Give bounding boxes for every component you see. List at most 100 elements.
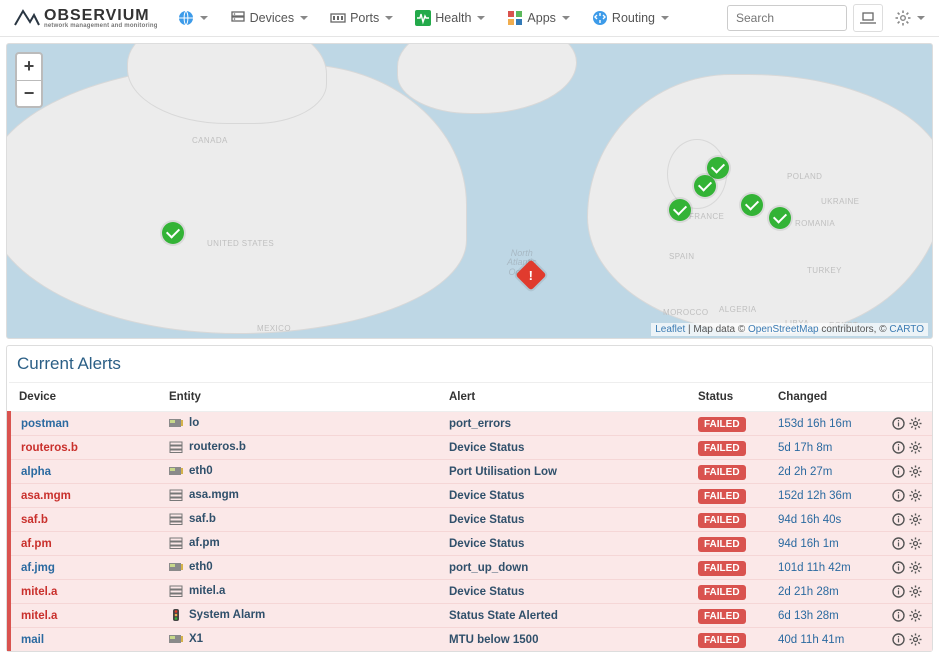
map-marker-ok[interactable] bbox=[694, 175, 716, 197]
nav-item-apps[interactable]: Apps bbox=[499, 4, 578, 32]
nav-label: Devices bbox=[250, 11, 294, 25]
entity-link[interactable]: X1 bbox=[189, 634, 203, 646]
device-link[interactable]: asa.mgm bbox=[21, 490, 71, 502]
entity-icon bbox=[169, 417, 183, 429]
map-marker-ok[interactable] bbox=[162, 222, 184, 244]
health-icon bbox=[415, 10, 431, 26]
entity-link[interactable]: saf.b bbox=[189, 514, 216, 526]
device-link[interactable]: af.jmg bbox=[21, 562, 55, 574]
gear-icon[interactable] bbox=[909, 537, 922, 550]
entity-link[interactable]: af.pm bbox=[189, 538, 220, 550]
laptop-icon bbox=[860, 12, 876, 24]
alerts-table: Device Entity Alert Status Changed postm… bbox=[7, 382, 932, 651]
gear-icon bbox=[895, 10, 911, 26]
device-link[interactable]: mitel.a bbox=[21, 610, 57, 622]
nav-label: Health bbox=[435, 11, 471, 25]
map-marker-ok[interactable] bbox=[741, 194, 763, 216]
device-link[interactable]: mail bbox=[21, 634, 44, 646]
device-link[interactable]: postman bbox=[21, 418, 69, 430]
brand-name: OBSERVIUM bbox=[44, 7, 150, 24]
alert-link[interactable]: port_errors bbox=[449, 418, 511, 430]
info-icon[interactable] bbox=[892, 513, 905, 526]
nav-item-ports[interactable]: Ports bbox=[322, 4, 401, 32]
alert-link[interactable]: Device Status bbox=[449, 586, 524, 598]
gear-icon[interactable] bbox=[909, 609, 922, 622]
info-icon[interactable] bbox=[892, 633, 905, 646]
alert-link[interactable]: Device Status bbox=[449, 538, 524, 550]
gear-icon[interactable] bbox=[909, 489, 922, 502]
chevron-down-icon bbox=[917, 16, 925, 20]
device-link[interactable]: saf.b bbox=[21, 514, 48, 526]
info-icon[interactable] bbox=[892, 561, 905, 574]
gear-icon[interactable] bbox=[909, 441, 922, 454]
chevron-down-icon bbox=[562, 16, 570, 20]
gear-icon[interactable] bbox=[909, 561, 922, 574]
zoom-out-button[interactable]: − bbox=[17, 80, 41, 106]
device-link[interactable]: af.pm bbox=[21, 538, 52, 550]
status-badge: FAILED bbox=[698, 537, 746, 552]
entity-link[interactable]: lo bbox=[189, 418, 199, 430]
status-badge: FAILED bbox=[698, 633, 746, 648]
map[interactable]: NorthAtlanticOcean CANADA UNITED STATES … bbox=[6, 43, 933, 339]
entity-icon bbox=[169, 441, 183, 453]
map-marker-ok[interactable] bbox=[769, 207, 791, 229]
brand[interactable]: OBSERVIUM network management and monitor… bbox=[8, 5, 164, 31]
col-status: Status bbox=[688, 383, 768, 412]
status-badge: FAILED bbox=[698, 465, 746, 480]
nav-label: Routing bbox=[612, 11, 655, 25]
changed-time: 152d 12h 36m bbox=[768, 484, 878, 508]
info-icon[interactable] bbox=[892, 585, 905, 598]
alert-link[interactable]: MTU below 1500 bbox=[449, 634, 538, 646]
entity-link[interactable]: asa.mgm bbox=[189, 490, 239, 502]
changed-time: 94d 16h 1m bbox=[768, 532, 878, 556]
info-icon[interactable] bbox=[892, 465, 905, 478]
alerts-header-row: Device Entity Alert Status Changed bbox=[9, 383, 932, 412]
leaflet-link[interactable]: Leaflet bbox=[655, 324, 685, 335]
entity-link[interactable]: System Alarm bbox=[189, 610, 265, 622]
info-icon[interactable] bbox=[892, 489, 905, 502]
apps-icon bbox=[507, 10, 523, 26]
settings-menu[interactable] bbox=[889, 4, 931, 32]
alert-link[interactable]: Port Utilisation Low bbox=[449, 466, 557, 478]
alert-row: mitel.aSystem AlarmStatus State AlertedF… bbox=[9, 604, 932, 628]
carto-link[interactable]: CARTO bbox=[889, 324, 924, 335]
gear-icon[interactable] bbox=[909, 465, 922, 478]
search-input[interactable] bbox=[727, 5, 847, 31]
laptop-button[interactable] bbox=[853, 4, 883, 32]
gear-icon[interactable] bbox=[909, 417, 922, 430]
changed-time: 94d 16h 40s bbox=[768, 508, 878, 532]
alert-row: mitel.amitel.aDevice StatusFAILED2d 21h … bbox=[9, 580, 932, 604]
entity-link[interactable]: eth0 bbox=[189, 466, 213, 478]
entity-link[interactable]: eth0 bbox=[189, 562, 213, 574]
nav-item-routing[interactable]: Routing bbox=[584, 4, 677, 32]
chevron-down-icon bbox=[477, 16, 485, 20]
nav-item-health[interactable]: Health bbox=[407, 4, 493, 32]
nav-label: Ports bbox=[350, 11, 379, 25]
alert-link[interactable]: port_up_down bbox=[449, 562, 528, 574]
zoom-in-button[interactable]: + bbox=[17, 54, 41, 80]
entity-icon bbox=[169, 609, 183, 621]
alert-link[interactable]: Device Status bbox=[449, 490, 524, 502]
device-link[interactable]: alpha bbox=[21, 466, 51, 478]
nav-item-globe[interactable] bbox=[170, 4, 216, 32]
gear-icon[interactable] bbox=[909, 513, 922, 526]
nav-item-devices[interactable]: Devices bbox=[222, 4, 316, 32]
gear-icon[interactable] bbox=[909, 585, 922, 598]
device-link[interactable]: mitel.a bbox=[21, 586, 57, 598]
info-icon[interactable] bbox=[892, 441, 905, 454]
device-link[interactable]: routeros.b bbox=[21, 442, 78, 454]
alert-link[interactable]: Device Status bbox=[449, 442, 524, 454]
status-badge: FAILED bbox=[698, 489, 746, 504]
alert-link[interactable]: Device Status bbox=[449, 514, 524, 526]
alert-link[interactable]: Status State Alerted bbox=[449, 610, 558, 622]
col-changed: Changed bbox=[768, 383, 878, 412]
info-icon[interactable] bbox=[892, 609, 905, 622]
entity-icon bbox=[169, 465, 183, 477]
info-icon[interactable] bbox=[892, 417, 905, 430]
osm-link[interactable]: OpenStreetMap bbox=[748, 324, 819, 335]
gear-icon[interactable] bbox=[909, 633, 922, 646]
map-marker-ok[interactable] bbox=[669, 199, 691, 221]
entity-link[interactable]: mitel.a bbox=[189, 586, 225, 598]
entity-link[interactable]: routeros.b bbox=[189, 442, 246, 454]
info-icon[interactable] bbox=[892, 537, 905, 550]
